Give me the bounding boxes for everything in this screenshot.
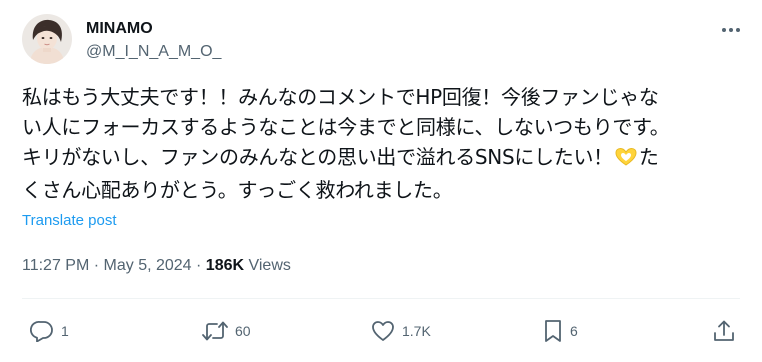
repost-button[interactable]: 60 — [202, 316, 251, 346]
post-text: 私はもう大丈夫です！！みんなのコメントでHP回復！今後ファンじゃな い人にフォー… — [22, 82, 752, 205]
avatar[interactable] — [22, 14, 72, 64]
author-display-name[interactable]: MINAMO — [86, 19, 153, 39]
author-handle[interactable]: @M_I_N_A_M_O_ — [86, 42, 221, 62]
reply-count: 1 — [61, 323, 69, 339]
post-metadata: 11:27 PM · May 5, 2024 · 186K Views — [22, 256, 291, 276]
heart-hands-icon — [614, 145, 638, 175]
like-count: 1.7K — [402, 323, 431, 339]
post-text-line: キリがないし、ファンのみんなとの思い出で溢れるSNSにしたい！ た — [22, 142, 752, 175]
bookmark-icon — [545, 320, 561, 342]
profile-photo-icon — [22, 14, 72, 64]
post-text-line: い人にフォーカスするようなことは今までと同様に、しないつもりです。 — [22, 115, 670, 139]
bookmark-button[interactable]: 6 — [543, 316, 578, 346]
divider — [22, 298, 740, 299]
share-button[interactable] — [712, 316, 736, 346]
repost-count: 60 — [235, 323, 251, 339]
action-bar: 1 60 1.7K 6 — [0, 316, 762, 346]
post-card: MINAMO @M_I_N_A_M_O_ 私はもう大丈夫です！！みんなのコメント… — [0, 0, 762, 362]
views-label: Views — [244, 257, 291, 274]
views-count: 186K — [205, 257, 245, 274]
reply-icon — [30, 321, 53, 342]
post-text-segment: た — [638, 145, 659, 169]
share-icon — [714, 320, 734, 341]
meta-separator: · — [191, 257, 206, 274]
reply-button[interactable]: 1 — [30, 316, 69, 346]
post-text-line: くさん心配ありがとう。すっごく救われました。 — [22, 178, 453, 202]
heart-icon — [372, 321, 394, 341]
like-button[interactable]: 1.7K — [371, 316, 431, 346]
more-dots-icon — [722, 28, 740, 32]
post-text-line: 私はもう大丈夫です！！みんなのコメントでHP回復！今後ファンじゃな — [22, 85, 659, 109]
meta-separator: · — [89, 257, 104, 274]
more-options-button[interactable] — [716, 18, 746, 42]
repost-icon — [202, 321, 228, 341]
translate-post-link[interactable]: Translate post — [22, 211, 117, 231]
post-date[interactable]: May 5, 2024 — [104, 257, 192, 274]
post-time[interactable]: 11:27 PM — [22, 257, 89, 274]
bookmark-count: 6 — [570, 323, 578, 339]
post-text-segment: キリがないし、ファンのみんなとの思い出で溢れるSNSにしたい！ — [22, 145, 613, 169]
